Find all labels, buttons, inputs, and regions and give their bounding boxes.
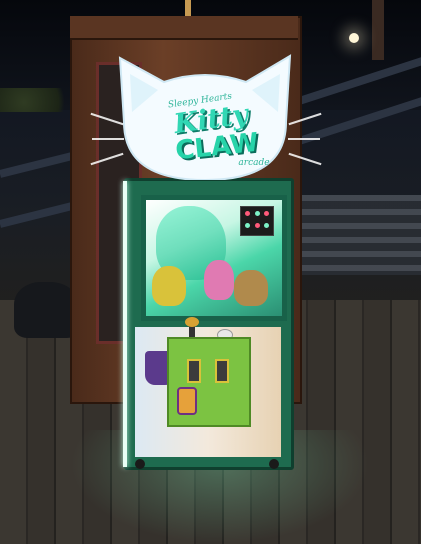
plushie-pink [204,260,234,300]
prize-window [141,195,287,321]
left-rail [0,150,79,178]
boardwalk-stairs [290,195,421,275]
kitty-claw-sign: Sleepy Hearts Kitty CLAW arcade [118,52,292,180]
boardwalk-post [372,0,384,60]
claw-machine[interactable] [123,178,294,470]
background-bushes [0,88,80,112]
coin-slot-right[interactable] [215,359,229,383]
street-lamp [349,33,359,43]
game-scene: Sleepy Hearts Kitty CLAW arcade [0,0,421,544]
cat-sticker [177,387,197,415]
booth-roof [70,16,298,40]
sign-subtitle: arcade [238,158,270,168]
machine-foot-right [269,459,279,469]
whisker-light [92,138,124,140]
coin-slot-left[interactable] [187,359,201,383]
plushie-yellow [152,266,186,306]
machine-edge-light [123,181,127,467]
joystick[interactable] [185,317,199,327]
machine-foot-left [135,459,145,469]
plushie-brown [234,270,268,306]
left-rail-lower [0,200,79,228]
prize-display-panel [240,206,274,236]
whisker-light [288,138,320,140]
